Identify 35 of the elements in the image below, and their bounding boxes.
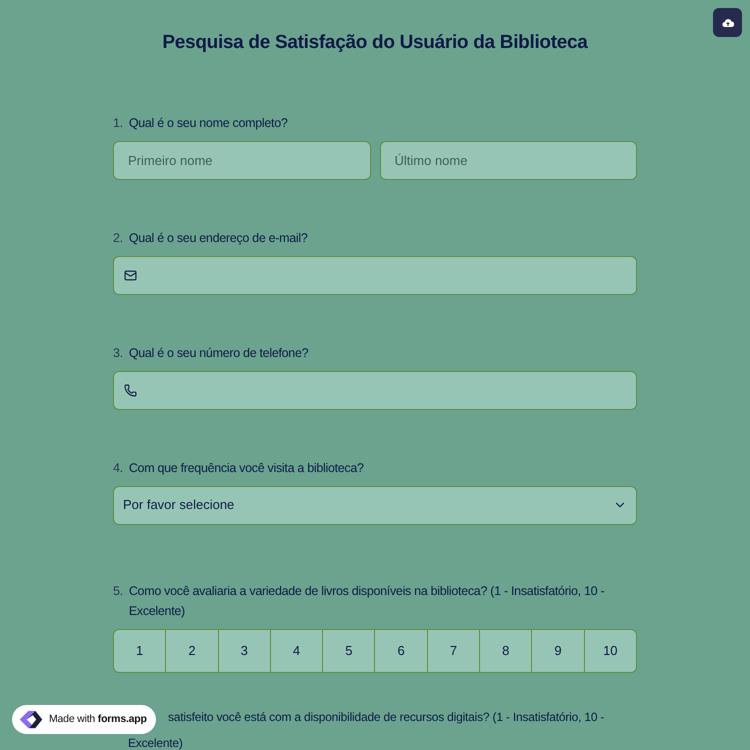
email-field[interactable] <box>113 256 637 294</box>
question-label-continuation: Excelente) <box>128 734 183 750</box>
question-label: Qual é o seu endereço de e-mail? <box>128 230 308 247</box>
rating-option[interactable]: 9 <box>531 630 584 672</box>
rating-option[interactable]: 6 <box>374 630 427 672</box>
made-with-badge[interactable]: Made with forms.app <box>12 705 156 734</box>
select-dropdown[interactable]: Por favor selecione <box>113 486 637 524</box>
form-title: Pesquisa de Satisfação do Usuário da Biblioteca <box>162 31 588 55</box>
question-number: 1. <box>113 114 123 132</box>
rating-option[interactable]: 4 <box>270 630 322 672</box>
badge-text: Made with forms.app <box>49 712 147 727</box>
question-label: Como você avaliaria a variedade de livros disponíveis na biblioteca? (1 - Insatisfatório, 10 - Excelente) <box>128 582 606 620</box>
phone-field[interactable] <box>113 370 637 410</box>
rating-option[interactable]: 3 <box>218 630 270 672</box>
rating-option[interactable]: 8 <box>479 630 532 672</box>
mail-icon <box>124 268 137 282</box>
rating-option[interactable]: 10 <box>584 630 636 672</box>
rating-option[interactable]: 5 <box>322 630 374 672</box>
phone-icon <box>124 384 137 396</box>
question-label: Qual é o seu nome completo? <box>128 114 288 132</box>
rating-option[interactable]: 1 <box>114 630 166 672</box>
question-number: 4. <box>113 460 123 476</box>
question-label: Com que frequência você visita a biblioteca? <box>128 460 364 477</box>
rating-option[interactable]: 7 <box>426 630 480 672</box>
upload-button[interactable] <box>713 8 742 37</box>
question-label: Qual é o seu número de telefone? <box>128 344 308 362</box>
question-number: 5. <box>113 582 123 600</box>
text-field[interactable]: Último nome <box>380 140 637 180</box>
rating-option[interactable]: 2 <box>165 630 218 672</box>
question-number: 2. <box>113 230 123 246</box>
question-label: satisfeito você está com a disponibilidade de recursos digitais? (1 - Insatisfatório, 10 - <box>168 708 604 726</box>
question-number: 3. <box>113 344 123 362</box>
text-field[interactable]: Primeiro nome <box>113 140 370 180</box>
logo-icon <box>18 709 44 730</box>
cloud-upload-icon <box>722 18 734 28</box>
